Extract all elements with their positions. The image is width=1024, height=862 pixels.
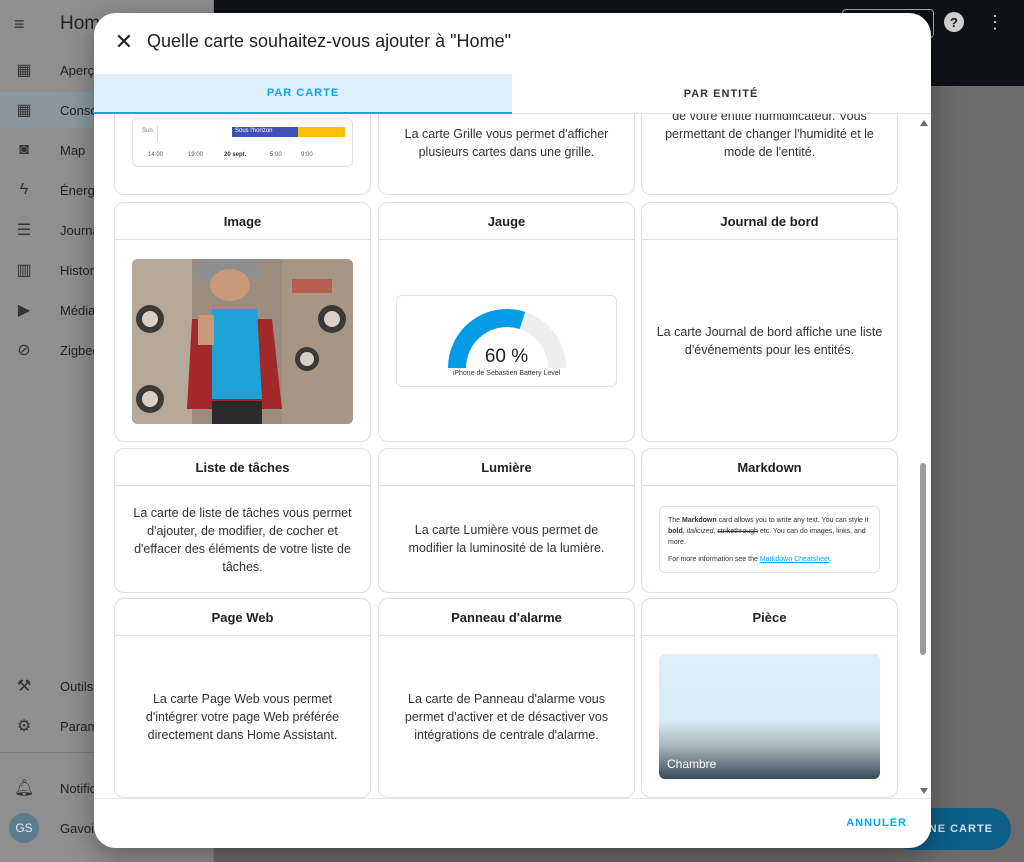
card-description: La carte de liste de tâches vous permet … [133, 506, 352, 574]
sidebar-item-label: Média [60, 302, 96, 318]
md-text-part: For more information see the [668, 556, 760, 563]
tab-par-entite[interactable]: PAR ENTITÉ [512, 74, 930, 114]
card-jauge[interactable]: Jauge 60 % iPhone de Sebastien Battery L… [378, 202, 635, 442]
timeline-tick: 19:00 [188, 152, 204, 158]
card-description: La carte de Panneau d'alarme vous permet… [404, 692, 609, 742]
sidebar-item-label: Conso [60, 102, 98, 118]
timeline-tick: 5:00 [270, 152, 282, 158]
card-title: Pièce [642, 599, 897, 636]
timeline-separator [157, 126, 158, 142]
sidebar-item-label: Énergi [60, 182, 98, 198]
md-text-bold: bold [668, 528, 683, 535]
media-icon: ▶ [17, 302, 31, 319]
card-picker-list: Sun Sous l'horizon 14:00 19:00 20 sept. … [94, 114, 931, 798]
timeline-tick: 20 sept. [224, 152, 247, 158]
dialog-tabs: PAR CARTE PAR ENTITÉ [94, 74, 931, 114]
md-text-part: . [829, 556, 832, 563]
room-label: Chambre [667, 757, 717, 771]
dialog-title: Quelle carte souhaitez-vous ajouter à "H… [147, 31, 511, 51]
image-preview [132, 259, 353, 424]
dashboard-icon: ▦ [16, 62, 32, 79]
card-image[interactable]: Image [114, 202, 371, 442]
cancel-button[interactable]: ANNULER [846, 817, 907, 829]
room-preview: Chambre [659, 654, 880, 779]
card-journal-de-bord[interactable]: Journal de bord La carte Journal de bord… [641, 202, 898, 442]
card-markdown[interactable]: Markdown The Markdown card allows you to… [641, 448, 898, 593]
md-text-italic: italicized [686, 528, 714, 535]
timeline-tick: 14:00 [148, 152, 164, 158]
close-icon[interactable]: ✕ [113, 29, 135, 54]
card-description: La carte Humidificateur donne le contrôl… [665, 114, 874, 159]
card-title: Lumière [379, 449, 634, 486]
card-description: La carte Lumière vous permet de modifier… [408, 523, 605, 555]
timeline-bar-below: Sous l'horizon [232, 127, 298, 137]
card-piece[interactable]: Pièce Chambre [641, 598, 898, 798]
card-title: Markdown [642, 449, 897, 486]
card-title: Panneau d'alarme [379, 599, 634, 636]
timeline-bar-above [298, 127, 345, 137]
timeline-preview: Sun Sous l'horizon 14:00 19:00 20 sept. … [132, 118, 353, 167]
gauge-value: 60 % [484, 346, 529, 367]
card-panneau-alarme[interactable]: Panneau d'alarme La carte de Panneau d'a… [378, 598, 635, 798]
gauge-preview: 60 % iPhone de Sebastien Battery Level [396, 295, 617, 387]
card-humidificateur-partial[interactable]: La carte Humidificateur donne le contrôl… [641, 114, 898, 195]
gear-icon: ⚙ [16, 718, 32, 735]
dashboard-icon: ▦ [16, 102, 32, 119]
sidebar-item-label: Notific [60, 780, 97, 796]
markdown-cheatsheet-link[interactable]: Markdown Cheatsheet [760, 556, 830, 563]
card-lumiere[interactable]: Lumière La carte Lumière vous permet de … [378, 448, 635, 593]
card-grille-partial[interactable]: La carte Grille vous permet d'afficher p… [378, 114, 635, 195]
gauge-label: iPhone de Sebastien Battery Level [452, 370, 561, 377]
tab-par-carte[interactable]: PAR CARTE [94, 74, 512, 114]
add-card-dialog: ✕ Quelle carte souhaitez-vous ajouter à … [94, 13, 931, 848]
card-title: Image [115, 203, 370, 240]
md-text-part: card allows you to write any text. You c… [716, 517, 869, 524]
map-icon: ◙ [19, 141, 29, 158]
card-history-graph-partial[interactable]: Sun Sous l'horizon 14:00 19:00 20 sept. … [114, 114, 371, 195]
scroll-up-arrow[interactable] [920, 120, 928, 126]
card-title: Page Web [115, 599, 370, 636]
scrollbar[interactable] [916, 114, 930, 798]
zigbee-icon: ⊘ [17, 342, 31, 359]
more-vert-icon[interactable]: ⋮ [986, 12, 1004, 33]
image-preview-photo [132, 259, 353, 424]
chart-icon: ▥ [16, 262, 32, 279]
dialog-header: ✕ Quelle carte souhaitez-vous ajouter à … [94, 13, 931, 74]
timeline-row-label: Sun [142, 128, 153, 134]
avatar: GS [9, 813, 39, 843]
card-title: Liste de tâches [115, 449, 370, 486]
dialog-footer: ANNULER [94, 798, 931, 848]
card-description: La carte Grille vous permet d'afficher p… [404, 127, 609, 159]
help-icon[interactable]: ? [944, 12, 964, 32]
sidebar-item-label: Map [60, 142, 86, 158]
hammer-icon: ⚒ [16, 678, 32, 695]
card-description: La carte Page Web vous permet d'intégrer… [145, 692, 340, 742]
md-text-bold: Markdown [682, 517, 717, 524]
lightning-icon: ϟ [19, 181, 29, 198]
card-page-web[interactable]: Page Web La carte Page Web vous permet d… [114, 598, 371, 798]
card-title: Journal de bord [642, 203, 897, 240]
bell-icon: 🔔︎ [14, 780, 35, 797]
card-description: La carte Journal de bord affiche une lis… [656, 325, 883, 357]
timeline-bar-label: Sous l'horizon [235, 128, 273, 134]
list-icon: ☰ [16, 222, 32, 239]
sidebar-item-label: Outils [60, 678, 94, 694]
menu-collapse-icon[interactable]: ≡ [14, 14, 34, 35]
card-title: Jauge [379, 203, 634, 240]
markdown-preview: The Markdown card allows you to write an… [659, 506, 880, 573]
sidebar-item-label: Param [60, 718, 99, 734]
scroll-down-arrow[interactable] [920, 788, 928, 794]
sidebar-item-label: Histori [60, 262, 97, 278]
md-text-part: The [668, 517, 683, 524]
timeline-tick: 9:00 [301, 152, 313, 158]
card-liste-de-taches[interactable]: Liste de tâches La carte de liste de tâc… [114, 448, 371, 593]
scrollbar-thumb[interactable] [920, 463, 926, 655]
markdown-text: The Markdown card allows you to write an… [660, 507, 879, 572]
md-text-strike: strikethrough [717, 528, 758, 535]
